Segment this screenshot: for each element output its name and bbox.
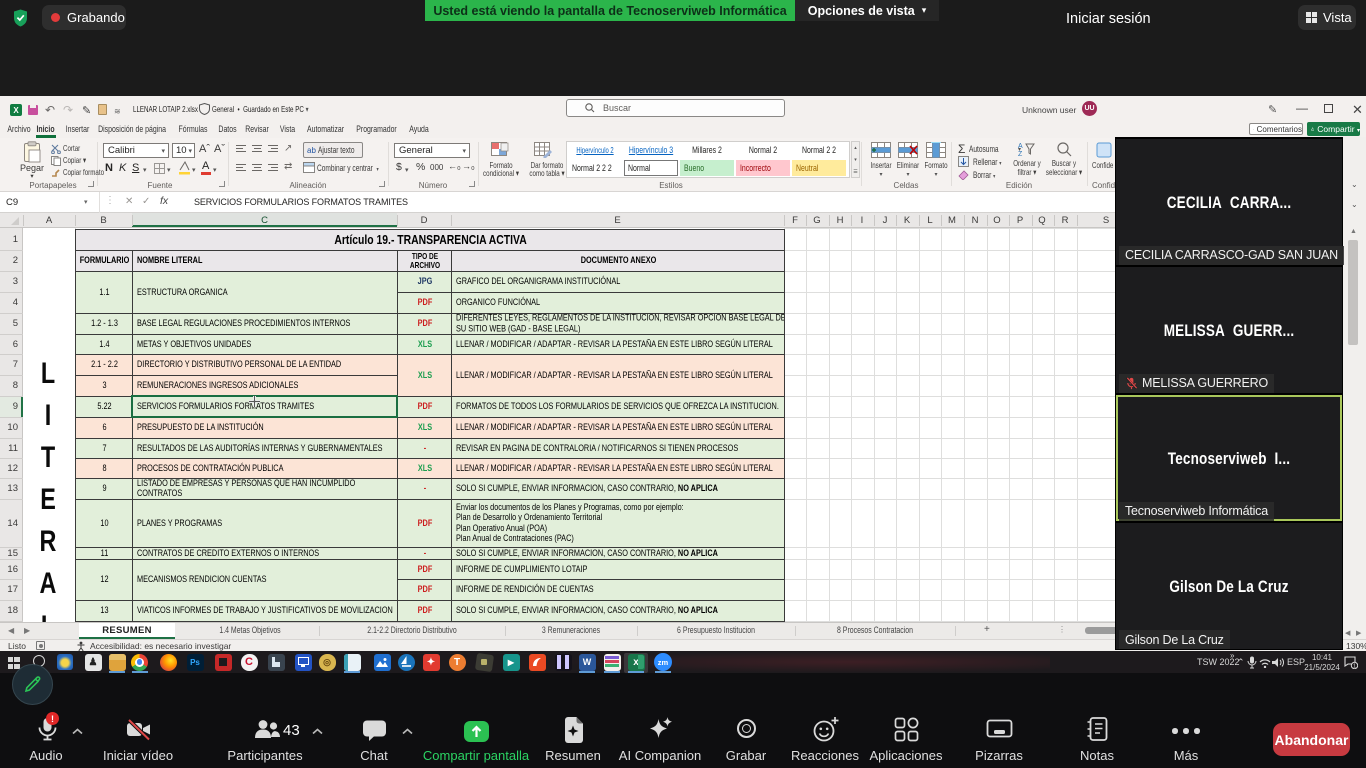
svg-text:1: 1 [1353,664,1356,669]
svg-text:A: A [1018,143,1023,150]
